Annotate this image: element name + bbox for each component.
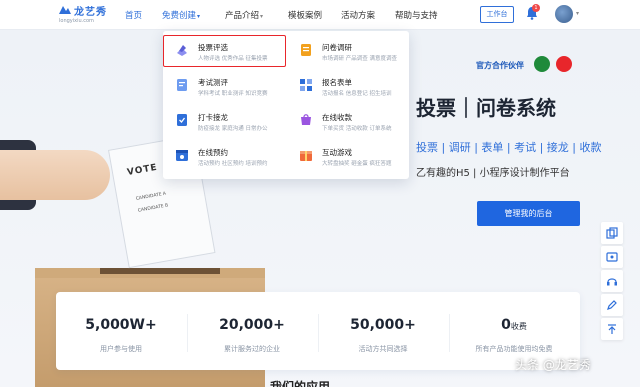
logo-text: 龙艺秀 [74,7,107,18]
menu-item-reservation[interactable]: 在线预约 活动预约 社区预约 培训预约 [167,141,285,171]
stat-suffix: 收费 [510,322,527,331]
game-icon [300,151,312,161]
stat-number: 0 [501,317,511,333]
payment-icon [301,114,311,125]
stat-enterprises: 20,000+ 累计服务过的企业 [187,292,317,370]
menu-item-questionnaire[interactable]: 问卷调研 市场调研 产品调查 满意度调查 [291,36,409,66]
nav-templates-label: 模板案例 [288,11,323,21]
hand-illustration [0,150,110,200]
menu-item-desc: 下单买货 活动收款 订单系统 [322,126,392,132]
selection-highlight [163,35,286,67]
checkin-icon [177,114,187,126]
stats-card: 5,000W+ 用户参与使用 20,000+ 累计服务过的企业 50,000+ … [56,292,580,370]
menu-item-title: 考试测评 [198,78,228,87]
nav-help-label: 帮助与支持 [395,11,438,21]
menu-item-desc: 活动预约 社区预约 培训预约 [198,161,268,167]
menu-item-payment[interactable]: 在线收款 下单买货 活动收款 订单系统 [291,106,409,136]
menu-item-form[interactable]: 报名表单 活动报名 信息登记 招生培训 [291,71,409,101]
nav-create-label: 免费创建 [162,11,197,21]
stat-organizers: 50,000+ 活动方共同选择 [318,292,448,370]
chevron-down-icon: ▾ [260,13,264,20]
nav-help[interactable]: 帮助与支持 [395,9,438,21]
top-navbar: 龙艺秀 longyixiu.com 首页 免费创建▾ 产品介绍▾ 模板案例 活动… [0,0,640,30]
nav-activity[interactable]: 活动方案 [341,9,375,21]
stat-label: 累计服务过的企业 [224,345,280,353]
logo-subtext: longyixiu.com [59,18,94,24]
questionnaire-icon [301,44,311,56]
manage-backend-button[interactable]: 管理我的后台 [477,201,580,226]
tool-feedback[interactable] [601,294,623,316]
nav-create[interactable]: 免费创建▾ [162,9,200,21]
candidate-a-text: CANDIDATE A [135,191,167,202]
copy-icon [606,227,618,239]
menu-item-checkin[interactable]: 打卡接龙 防疫接龙 家庭沟通 日常办公 [167,106,285,136]
menu-item-desc: 活动报名 信息登记 招生培训 [322,91,392,97]
vote-text: VOTE [126,162,159,178]
candidate-b-text: CANDIDATE B [137,203,169,214]
menu-item-title: 在线收款 [322,113,352,122]
stat-suffix: + [404,317,416,333]
stat-value: 20,000+ [187,317,317,333]
exam-icon [177,79,187,91]
stat-number: 50,000 [350,317,405,333]
contact-icon [606,252,618,262]
stat-suffix: + [273,317,285,333]
stat-value: 5,000W+ [56,317,186,333]
reservation-icon [176,150,188,161]
nav-products-label: 产品介绍 [225,11,260,21]
nav-home-label: 首页 [125,11,143,21]
top-icon [608,324,616,334]
stat-label: 活动方共同选择 [358,345,408,353]
stat-suffix: + [145,317,157,333]
watermark-text: 头条 @龙艺秀 [515,358,591,372]
menu-item-desc: 防疫接龙 家庭沟通 日常办公 [198,126,268,132]
stat-number: 5,000W [85,317,145,333]
menu-item-exam[interactable]: 考试测评 学科考试 职业测评 知识竞赛 [167,71,285,101]
notification-badge: 1 [532,4,540,12]
menu-item-title: 报名表单 [322,78,352,87]
section-title: 我们的应用 [270,380,331,387]
workbench-button[interactable]: 工作台 [480,6,514,23]
stat-users: 5,000W+ 用户参与使用 [56,292,186,370]
edit-icon [607,300,617,310]
hero-description: 乙有趣的H5 | 小程序设计制作平台 [416,168,570,179]
menu-item-desc: 大转盘抽奖 砸金蛋 疯狂答题 [322,161,392,167]
stat-number: 20,000 [219,317,274,333]
menu-item-desc: 学科考试 职业测评 知识竞赛 [198,91,268,97]
menu-item-title: 互动游戏 [322,148,352,157]
nav-home[interactable]: 首页 [125,9,142,21]
logo-icon [59,6,71,14]
hero-feature-links: 投票 | 调研 | 表单 | 考试 | 接龙 | 收款 [416,141,602,154]
stat-label: 所有产品功能使用均免费 [475,345,553,353]
partner-label: 官方合作伙伴 [476,61,524,70]
menu-item-title: 问卷调研 [322,43,352,52]
tool-support[interactable] [601,270,623,292]
menu-item-game[interactable]: 互动游戏 大转盘抽奖 砸金蛋 疯狂答题 [291,141,409,171]
chevron-down-icon[interactable]: ▾ [576,10,579,17]
stat-label: 用户参与使用 [100,345,142,353]
chevron-down-icon: ▾ [197,13,201,20]
headset-icon [607,278,617,286]
menu-item-title: 打卡接龙 [198,113,228,122]
avatar[interactable] [555,5,573,23]
menu-item-desc: 市场调研 产品调查 满意度调查 [322,56,397,62]
stat-value: 0收费 [449,317,579,333]
hero-title: 投票｜问卷系统 [416,96,556,120]
tool-contact[interactable] [601,246,623,268]
partner-logo-unicom [556,56,572,72]
menu-item-title: 在线预约 [198,148,228,157]
ballot-box-slot [100,268,220,274]
tool-copy[interactable] [601,222,623,244]
tool-back-to-top[interactable] [601,318,623,340]
logo[interactable]: 龙艺秀 longyixiu.com [58,2,118,28]
nav-templates[interactable]: 模板案例 [288,9,322,21]
partner-logo-postal [534,56,550,72]
nav-products[interactable]: 产品介绍▾ [225,9,263,21]
stat-value: 50,000+ [318,317,448,333]
nav-activity-label: 活动方案 [341,11,376,21]
form-icon [300,79,312,91]
